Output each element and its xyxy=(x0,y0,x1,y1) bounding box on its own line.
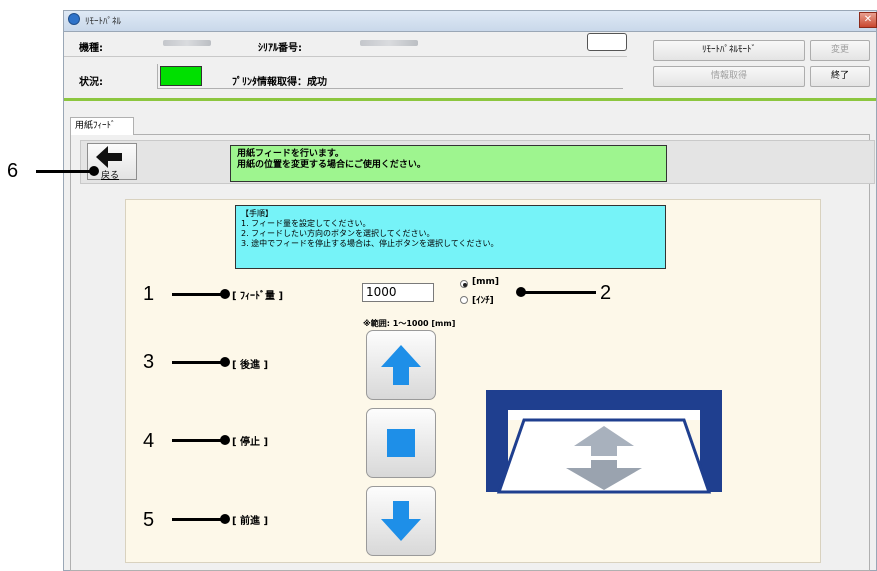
info-message-line2: 用紙の位置を変更する場合にご使用ください。 xyxy=(237,160,426,170)
accent-separator xyxy=(64,98,876,101)
status-frame xyxy=(157,64,623,89)
unit-inch-radio[interactable] xyxy=(460,296,468,304)
procedure-title: 【手順】 xyxy=(241,209,273,218)
callout-number-6: 6 xyxy=(7,160,19,182)
forward-label: [ 前進 ] xyxy=(232,516,269,527)
header-divider xyxy=(64,56,627,57)
remote-panel-mode-button[interactable]: ﾘﾓｰﾄﾊﾟﾈﾙﾓｰﾄﾞ xyxy=(653,40,805,61)
app-icon xyxy=(68,13,80,25)
status-label: 状況: xyxy=(79,77,103,88)
get-info-button[interactable]: 情報取得 xyxy=(653,66,805,87)
model-value-redacted xyxy=(163,40,211,46)
callout-dot-3 xyxy=(220,357,230,367)
callout-dot-6 xyxy=(89,166,99,176)
feed-amount-label: [ ﾌｨｰﾄﾞ量 ] xyxy=(232,291,284,302)
unit-inch-label: [ｲﾝﾁ] xyxy=(472,296,494,306)
backward-label: [ 後進 ] xyxy=(232,360,269,371)
unit-mm-radio[interactable] xyxy=(460,280,468,288)
unit-mm-label: [mm] xyxy=(472,277,499,287)
printer-feed-illustration xyxy=(486,390,722,494)
procedure-box: 【手順】 1. フィード量を設定してください。 2. フィードしたい方向のボタン… xyxy=(235,205,666,269)
callout-dot-4 xyxy=(220,435,230,445)
tab-paper-feed[interactable]: 用紙ﾌｨｰﾄﾞ xyxy=(70,117,134,135)
close-button[interactable]: ✕ xyxy=(859,12,877,28)
callout-line-1 xyxy=(172,293,224,296)
callout-number-5: 5 xyxy=(143,509,155,531)
status-text: ﾌﾟﾘﾝﾀ情報取得：成功 xyxy=(232,77,327,88)
feed-amount-input[interactable]: 1000 xyxy=(362,283,434,302)
back-label: 戻る xyxy=(101,171,120,181)
serial-label: ｼﾘｱﾙ番号: xyxy=(258,43,302,54)
range-note: ※範囲: 1～1000 [mm] xyxy=(363,319,456,328)
stop-label: [ 停止 ] xyxy=(232,437,269,448)
status-indicator xyxy=(160,66,202,86)
callout-number-2: 2 xyxy=(600,282,612,304)
title-bar[interactable] xyxy=(63,10,877,32)
stop-square-icon xyxy=(387,429,415,457)
callout-dot-5 xyxy=(220,514,230,524)
procedure-step: 3. 途中でフィードを停止する場合は、停止ボタンを選択してください。 xyxy=(241,239,499,248)
serial-value-redacted xyxy=(360,40,418,46)
callout-line-4 xyxy=(172,439,224,442)
callout-number-1: 1 xyxy=(143,283,155,305)
callout-dot-1 xyxy=(220,289,230,299)
callout-line-5 xyxy=(172,518,224,521)
callout-line-2 xyxy=(520,291,596,294)
info-message-line1: 用紙フィードを行います。 xyxy=(237,149,344,159)
callout-number-4: 4 xyxy=(143,430,155,452)
arrow-up-icon xyxy=(381,345,421,385)
change-button[interactable]: 変更 xyxy=(810,40,870,61)
stop-button[interactable] xyxy=(366,408,436,478)
forward-button[interactable] xyxy=(366,486,436,556)
callout-line-3 xyxy=(172,361,224,364)
info-message: 用紙フィードを行います。 用紙の位置を変更する場合にご使用ください。 xyxy=(230,145,667,182)
serial-indicator-box xyxy=(587,33,627,51)
procedure-step: 1. フィード量を設定してください。 xyxy=(241,219,371,228)
exit-button[interactable]: 終了 xyxy=(810,66,870,87)
backward-button[interactable] xyxy=(366,330,436,400)
procedure-step: 2. フィードしたい方向のボタンを選択してください。 xyxy=(241,229,435,238)
model-label: 機種: xyxy=(79,43,103,54)
callout-line-6 xyxy=(36,170,94,173)
arrow-left-icon xyxy=(96,146,122,168)
callout-number-3: 3 xyxy=(143,351,155,373)
arrow-down-icon xyxy=(381,501,421,541)
window-title: ﾘﾓｰﾄﾊﾟﾈﾙ xyxy=(85,17,122,27)
